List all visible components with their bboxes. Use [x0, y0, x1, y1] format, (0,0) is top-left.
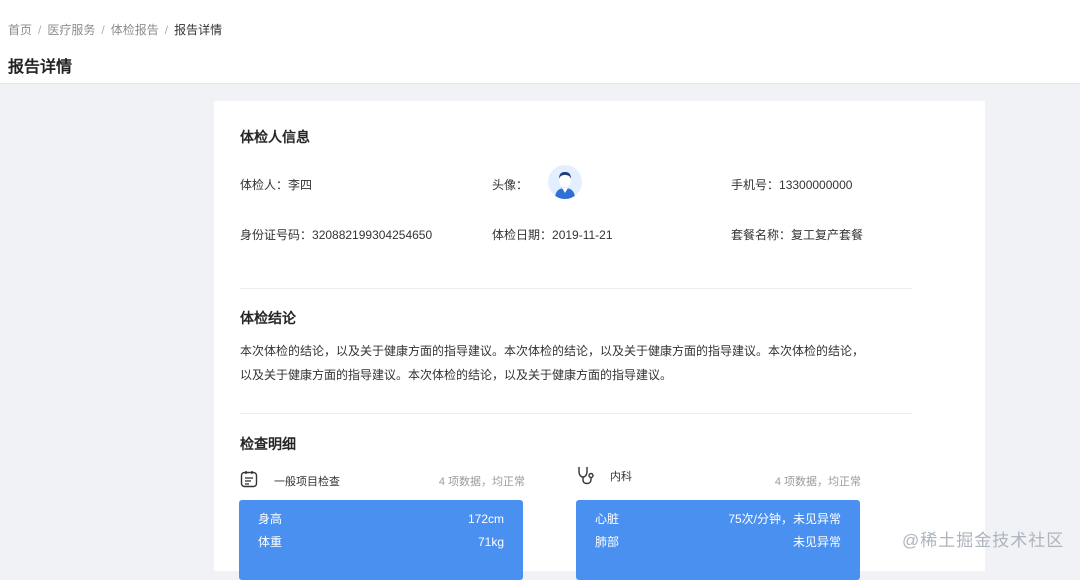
- section-divider: [240, 288, 912, 289]
- checkup-date-label: 体检日期：: [492, 228, 553, 242]
- package-value: 复工复产套餐: [791, 228, 864, 242]
- breadcrumb-medical-service[interactable]: 医疗服务: [47, 21, 95, 38]
- avatar: [548, 165, 582, 199]
- conclusion-text: 本次体检的结论，以及关于健康方面的指导建议。本次体检的结论，以及关于健康方面的指…: [240, 344, 865, 382]
- item-value: 未见异常: [792, 535, 841, 549]
- item-label: 心脏: [595, 512, 620, 526]
- checkup-date-value: 2019-11-21: [552, 228, 613, 242]
- stethoscope-icon: [578, 467, 594, 485]
- group-general-header: 一般项目检查 4 项数据，均正常: [240, 470, 525, 490]
- breadcrumb-separator: /: [38, 22, 42, 37]
- group-internal-header: 内科 4 项数据，均正常: [576, 465, 861, 488]
- breadcrumb-home[interactable]: 首页: [8, 21, 32, 38]
- clipboard-icon: [240, 471, 258, 488]
- detail-title: 检查明细: [240, 436, 296, 452]
- item-label: 身高: [258, 512, 283, 526]
- item-label: 体重: [258, 535, 283, 549]
- group-internal-panel: 心脏 75次/分钟，未见异常 肺部 未见异常: [576, 500, 860, 580]
- list-item: 体重 71kg: [239, 534, 523, 557]
- person-name-label: 体检人：: [240, 178, 289, 192]
- group-general-panel: 身高 172cm 体重 71kg: [239, 500, 523, 580]
- report-card: 体检人信息 体检人：李四 头像： 手机号：13300000000 身份证号码：3…: [214, 101, 985, 580]
- list-item: 肺部 未见异常: [576, 534, 860, 557]
- id-number-value: 320882199304254650: [312, 228, 433, 242]
- group-general-summary: 4 项数据，均正常: [438, 476, 525, 488]
- group-internal-summary: 4 项数据，均正常: [774, 476, 861, 488]
- person-name-field: 体检人：李四: [240, 176, 312, 193]
- id-number-field: 身份证号码：320882199304254650: [240, 226, 432, 243]
- user-avatar-icon: [555, 172, 575, 199]
- group-internal-name: 内科: [610, 471, 632, 483]
- id-number-label: 身份证号码：: [240, 228, 313, 242]
- list-item: 身高 172cm: [239, 511, 523, 534]
- conclusion-title: 体检结论: [240, 310, 296, 326]
- person-info-title: 体检人信息: [240, 129, 310, 145]
- breadcrumb-report-detail: 报告详情: [174, 23, 223, 37]
- item-label: 肺部: [595, 535, 620, 549]
- page-title: 报告详情: [8, 59, 73, 76]
- page-header: 首页 / 医疗服务 / 体检报告 / 报告详情 报告详情: [0, 0, 1080, 84]
- breadcrumb-separator: /: [164, 22, 169, 37]
- checkup-date-field: 体检日期：2019-11-21: [492, 226, 613, 243]
- section-divider: [240, 413, 912, 414]
- phone-value: 13300000000: [779, 178, 853, 192]
- watermark: @稀土掘金技术社区: [902, 531, 1065, 550]
- list-item: 心脏 75次/分钟，未见异常: [576, 511, 860, 534]
- item-value: 172cm: [467, 512, 504, 526]
- phone-field: 手机号：13300000000: [731, 176, 852, 193]
- package-label: 套餐名称：: [731, 228, 792, 242]
- avatar-label: 头像：: [492, 178, 529, 192]
- group-general-name: 一般项目检查: [274, 476, 340, 488]
- breadcrumb-separator: /: [101, 22, 105, 37]
- phone-label: 手机号：: [731, 178, 780, 192]
- breadcrumb-checkup-report[interactable]: 体检报告: [111, 21, 159, 38]
- package-field: 套餐名称：复工复产套餐: [731, 226, 863, 243]
- breadcrumb: 首页 / 医疗服务 / 体检报告 / 报告详情: [8, 21, 222, 38]
- item-value: 71kg: [477, 535, 504, 549]
- item-value: 75次/分钟，未见异常: [728, 512, 841, 526]
- person-name-value: 李四: [288, 178, 313, 192]
